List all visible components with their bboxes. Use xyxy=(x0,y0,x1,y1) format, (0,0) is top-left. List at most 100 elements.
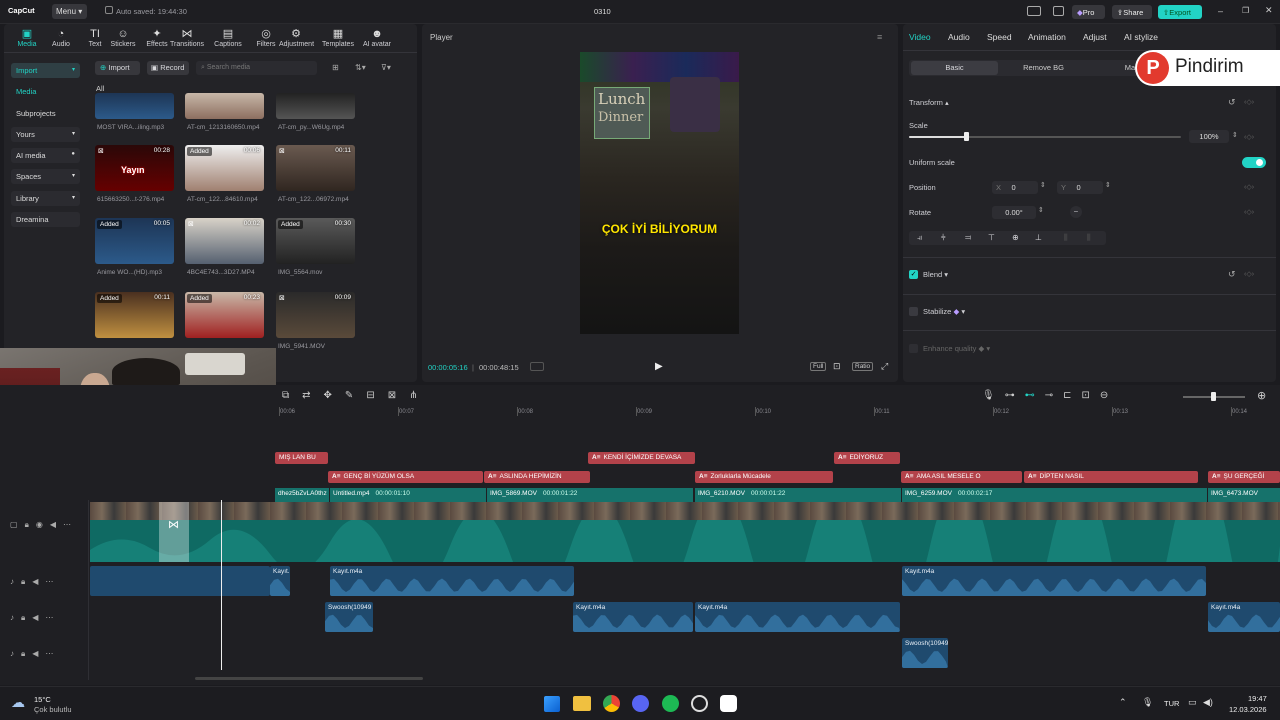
caption-clip[interactable]: A≡ EDİYORUZ xyxy=(834,452,900,464)
more-icon[interactable]: ⋯ xyxy=(63,520,78,529)
tab-adjust[interactable]: Adjust xyxy=(1083,32,1107,42)
capcut-taskbar-icon[interactable] xyxy=(720,695,737,712)
fit-icon[interactable]: ⊡ xyxy=(1081,390,1099,401)
rotate-dial-icon[interactable]: – xyxy=(1070,206,1082,218)
caption-clip[interactable]: A≡ DİPTEN NASIL xyxy=(1024,471,1198,483)
stepper-icon[interactable]: ⇕ xyxy=(1105,181,1111,189)
import-button[interactable]: ⊕ Import xyxy=(95,61,140,75)
caption-clip[interactable]: A≡ ASLINDA HEPİMİZİN xyxy=(484,471,590,483)
tray-chevron-icon[interactable]: ⌃ xyxy=(1119,697,1127,708)
clock-time[interactable]: 19:47 xyxy=(1248,694,1267,703)
tab-speed[interactable]: Speed xyxy=(987,32,1012,42)
speaker-icon[interactable]: ◀ xyxy=(32,577,45,586)
tool-transitions[interactable]: ⋈ Transitions xyxy=(170,27,204,48)
uniform-scale-toggle[interactable] xyxy=(1242,157,1266,168)
align-center-h-icon[interactable]: ⫩ xyxy=(941,233,946,243)
chrome-icon[interactable] xyxy=(603,695,620,712)
speaker-icon[interactable]: ◀ xyxy=(50,520,63,529)
stepper-icon[interactable]: ⇕ xyxy=(1038,206,1044,214)
reset-icon[interactable]: ↺ xyxy=(1228,269,1236,280)
spotify-icon[interactable] xyxy=(662,695,679,712)
tool-ai-avatar[interactable]: ☻ AI avatar xyxy=(360,27,394,48)
keyframe-icon[interactable]: ‹◇› xyxy=(1244,183,1254,191)
sidebar-item-import[interactable]: Import ▾ xyxy=(11,63,80,78)
media-thumbnail[interactable]: 00:09 ⊠ xyxy=(276,292,355,338)
full-button[interactable]: Full xyxy=(810,362,827,371)
sidebar-item-ai-media[interactable]: AI media ● xyxy=(11,148,80,163)
reverse-icon[interactable]: ⇄ xyxy=(302,390,323,401)
position-y-field[interactable]: Y 0 xyxy=(1057,181,1103,194)
enhance-checkbox[interactable] xyxy=(909,344,918,353)
record-button[interactable]: ▣ Record xyxy=(147,61,189,75)
language-indicator[interactable]: TUR xyxy=(1164,699,1179,708)
layout-icon[interactable] xyxy=(1027,6,1041,16)
split-icon[interactable]: ⋔ xyxy=(409,390,430,401)
caption-clip[interactable]: A≡ KENDİ İÇİMİZDE DEVASA xyxy=(588,452,695,464)
play-icon[interactable]: ▶ xyxy=(655,361,663,372)
scale-slider-handle[interactable] xyxy=(964,132,970,141)
more-icon[interactable]: ⋯ xyxy=(45,577,60,586)
playhead[interactable] xyxy=(221,500,222,670)
video-clip-header[interactable]: IMG_6473.MOV xyxy=(1208,488,1280,502)
audio-clip[interactable]: Kayıt.m4a xyxy=(573,602,693,632)
chain-icon[interactable]: ⊸ xyxy=(1045,390,1063,401)
stabilize-checkbox[interactable] xyxy=(909,307,918,316)
grid-view-icon[interactable]: ⊞ xyxy=(332,63,339,72)
preview-axis-icon[interactable]: ⊏ xyxy=(1063,390,1081,401)
tool-captions[interactable]: ▤ Captions xyxy=(211,27,245,48)
sidebar-item-spaces[interactable]: Spaces ▾ xyxy=(11,169,80,184)
link-icon[interactable]: ⊶ xyxy=(1005,390,1025,401)
tool-adjustment[interactable]: ⚙ Adjustment xyxy=(279,27,314,48)
file-explorer-icon[interactable] xyxy=(573,696,591,711)
stepper-icon[interactable]: ⇕ xyxy=(1040,181,1046,189)
tab-audio[interactable]: Audio xyxy=(948,32,970,42)
align-top-icon[interactable]: ⊤ xyxy=(988,233,995,242)
caption-clip[interactable]: A≡ Zorluklarla Mücadele xyxy=(695,471,833,483)
keyframe-icon[interactable]: ‹◇› xyxy=(1244,133,1254,141)
speaker-icon[interactable]: ◀ xyxy=(32,613,45,622)
video-clip-header[interactable]: IMG_6259.MOV 00:00:02:17 xyxy=(902,488,1207,502)
keyframe-icon[interactable]: ‹◇› xyxy=(1244,208,1254,216)
auto-cutout-icon[interactable]: ✥ xyxy=(324,390,345,401)
reset-icon[interactable]: ↺ xyxy=(1228,97,1236,108)
freeze-icon[interactable]: ⧉ xyxy=(282,390,302,401)
tab-ai-stylize[interactable]: AI stylize xyxy=(1124,32,1158,42)
magnet-icon[interactable]: ⊷ xyxy=(1025,390,1045,401)
cover-icon[interactable]: ▢ xyxy=(10,520,25,529)
video-clip-header[interactable]: IMG_6210.MOV 00:00:01:22 xyxy=(695,488,901,502)
video-clip-header[interactable]: dhez5bZvLA0thz xyxy=(275,488,329,502)
maximize-icon[interactable]: ❐ xyxy=(1242,6,1249,15)
network-icon[interactable]: ▭ xyxy=(1188,697,1197,708)
video-preview[interactable]: Lunch Dinner ÇOK İYİ BİLİYORUM xyxy=(580,52,739,334)
media-thumbnail[interactable]: 00:06 Added xyxy=(185,145,264,191)
tool-templates[interactable]: ▦ Templates xyxy=(321,27,355,48)
media-thumbnail[interactable]: 00:23 Added xyxy=(185,292,264,338)
search-input[interactable]: ⌕ Search media xyxy=(196,61,317,75)
tray-mic-icon[interactable]: 🎙 xyxy=(1142,697,1153,708)
sidebar-item-dreamina[interactable]: Dreamina xyxy=(11,212,80,227)
blend-checkbox[interactable]: ✓ xyxy=(909,270,918,279)
shortcut-icon[interactable] xyxy=(1053,6,1064,16)
video-filmstrip[interactable] xyxy=(90,502,1280,520)
snapshot-icon[interactable]: ⊡ xyxy=(833,361,841,372)
media-thumbnail[interactable] xyxy=(95,93,174,119)
subtab-remove-bg[interactable]: Remove BG xyxy=(1000,61,1087,75)
caption-clip[interactable]: A≡ AMA ASIL MESELE O xyxy=(901,471,1022,483)
transition-marker[interactable] xyxy=(159,502,189,562)
audio-clip[interactable] xyxy=(90,566,270,596)
minimize-icon[interactable]: – xyxy=(1218,6,1223,16)
speaker-icon[interactable]: ◀ xyxy=(32,649,45,658)
media-thumbnail[interactable] xyxy=(185,93,264,119)
subtab-basic[interactable]: Basic xyxy=(911,61,998,75)
audio-clip[interactable]: Kayıt.m4a xyxy=(902,566,1206,596)
video-clip-header[interactable]: Untitled.mp4 00:00:01:10 xyxy=(330,488,486,502)
caption-clip[interactable]: A≡ ŞU GERÇEĞİ xyxy=(1208,471,1280,483)
align-center-v-icon[interactable]: ⊕ xyxy=(1012,233,1019,242)
audio-clip[interactable]: Swoosh(10949 xyxy=(325,602,373,632)
keyframe-icon[interactable]: ‹◇› xyxy=(1244,98,1254,106)
media-thumbnail[interactable]: 00:05 Added xyxy=(95,218,174,264)
tool-stickers[interactable]: ☺ Stickers xyxy=(106,27,140,48)
steam-icon[interactable] xyxy=(691,695,708,712)
sidebar-item-yours[interactable]: Yours ▾ xyxy=(11,127,80,142)
position-x-field[interactable]: X 0 xyxy=(992,181,1038,194)
